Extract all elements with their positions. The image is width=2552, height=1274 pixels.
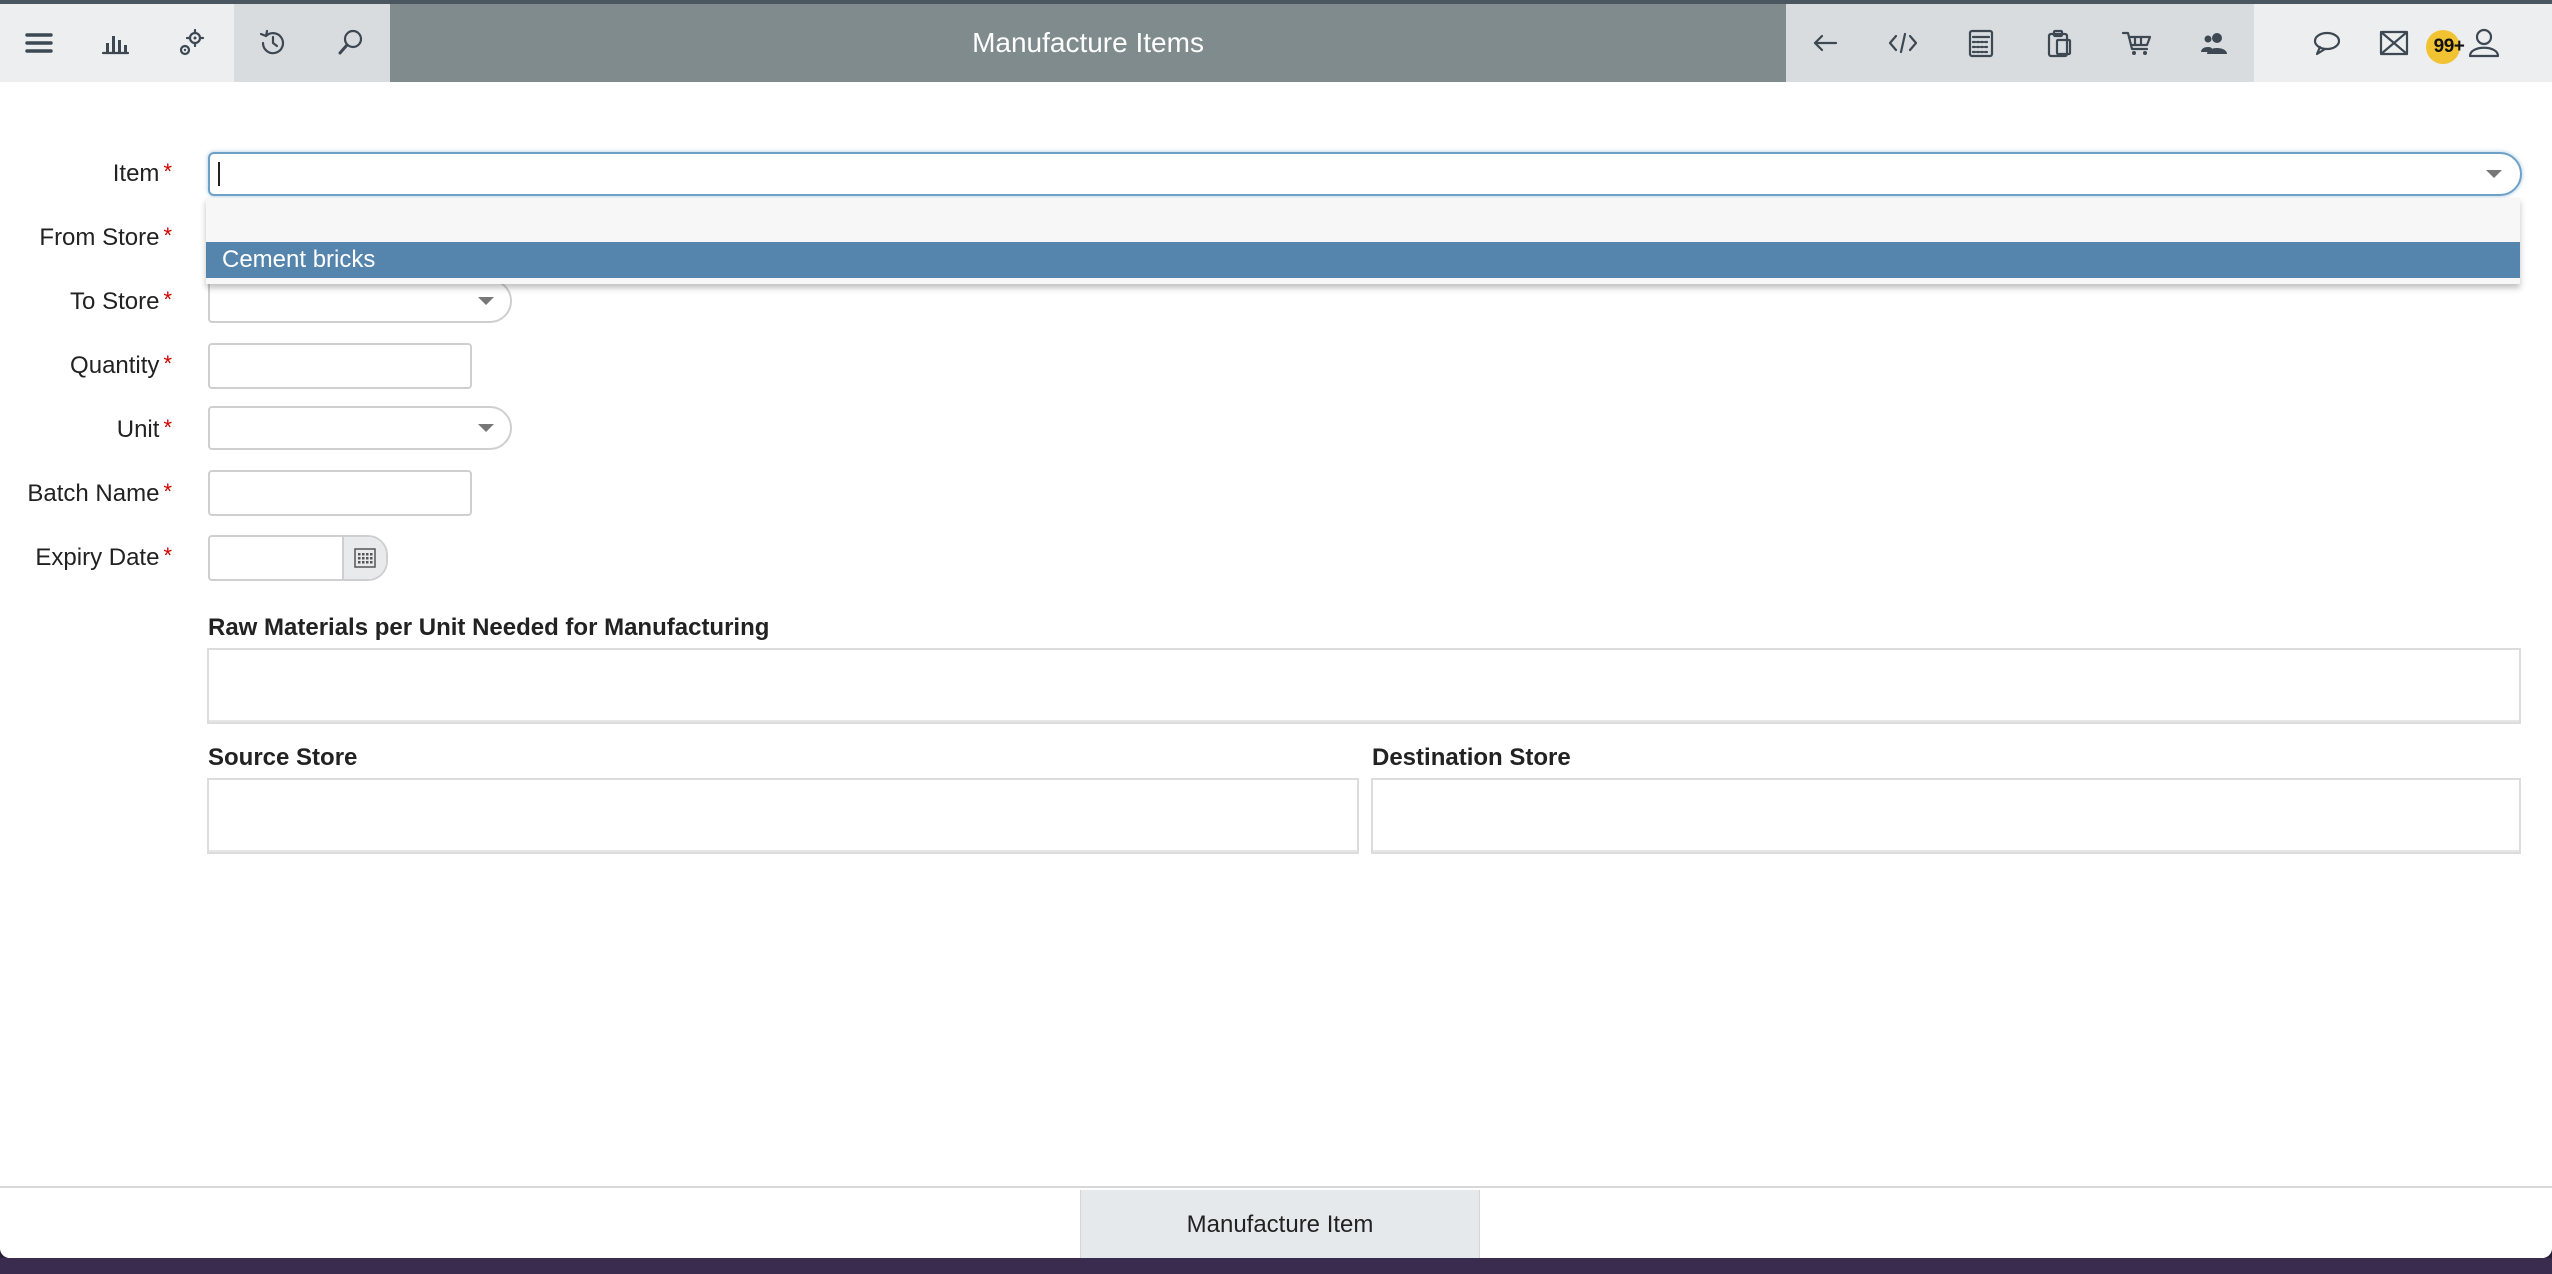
app-window: Manufacture Items 99+ Item * From Store …	[0, 0, 2552, 1258]
calendar-icon[interactable]	[342, 537, 386, 579]
to-store-select[interactable]	[208, 279, 512, 323]
text-caret	[218, 162, 220, 186]
bar-chart-icon[interactable]	[76, 4, 154, 82]
desktop-background	[0, 1258, 2552, 1274]
item-dropdown-list: Cement bricks	[206, 198, 2520, 284]
batch-name-label: Batch Name *	[27, 479, 172, 507]
dropdown-option-cement-bricks[interactable]: Cement bricks	[206, 242, 2520, 278]
user-icon[interactable]	[2442, 4, 2522, 82]
manufacture-item-button[interactable]: Manufacture Item	[1080, 1190, 1480, 1258]
quantity-field[interactable]	[208, 343, 472, 389]
footer-bar: Manufacture Item	[0, 1186, 2552, 1258]
cart-icon[interactable]	[2098, 4, 2176, 82]
chat-icon[interactable]	[2288, 4, 2366, 82]
to-store-label: To Store *	[70, 287, 172, 315]
dropdown-option-empty[interactable]	[206, 198, 2520, 242]
contacts-icon[interactable]	[2176, 4, 2254, 82]
menu-icon[interactable]	[0, 4, 78, 82]
search-icon[interactable]	[312, 4, 390, 82]
code-icon[interactable]	[1864, 4, 1942, 82]
gears-icon[interactable]	[152, 4, 230, 82]
chevron-down-icon[interactable]	[478, 424, 494, 432]
from-store-label: From Store *	[39, 223, 172, 251]
mail-icon[interactable]	[2364, 4, 2424, 82]
page-title: Manufacture Items	[972, 27, 1204, 58]
source-store-panel	[207, 778, 1359, 854]
item-label: Item *	[112, 159, 172, 187]
source-store-title: Source Store	[208, 744, 358, 771]
back-arrow-icon[interactable]	[1786, 4, 1864, 82]
unit-label: Unit *	[116, 415, 172, 443]
calculator-icon[interactable]	[1942, 4, 2020, 82]
history-icon[interactable]	[234, 4, 312, 82]
batch-name-field[interactable]	[208, 470, 472, 516]
raw-materials-title: Raw Materials per Unit Needed for Manufa…	[208, 614, 770, 641]
chevron-down-icon[interactable]	[2486, 170, 2502, 178]
expiry-date-field[interactable]	[208, 535, 388, 581]
destination-store-panel	[1371, 778, 2521, 854]
unit-select[interactable]	[208, 406, 512, 450]
quantity-label: Quantity *	[70, 351, 172, 379]
expiry-date-label: Expiry Date *	[35, 543, 172, 571]
clipboard-icon[interactable]	[2020, 4, 2098, 82]
top-toolbar: Manufacture Items 99+	[0, 0, 2552, 82]
raw-materials-panel	[207, 648, 2521, 724]
destination-store-title: Destination Store	[1372, 744, 1571, 771]
title-bar: Manufacture Items	[390, 4, 1786, 82]
item-combobox[interactable]	[208, 152, 2522, 196]
chevron-down-icon[interactable]	[478, 297, 494, 305]
